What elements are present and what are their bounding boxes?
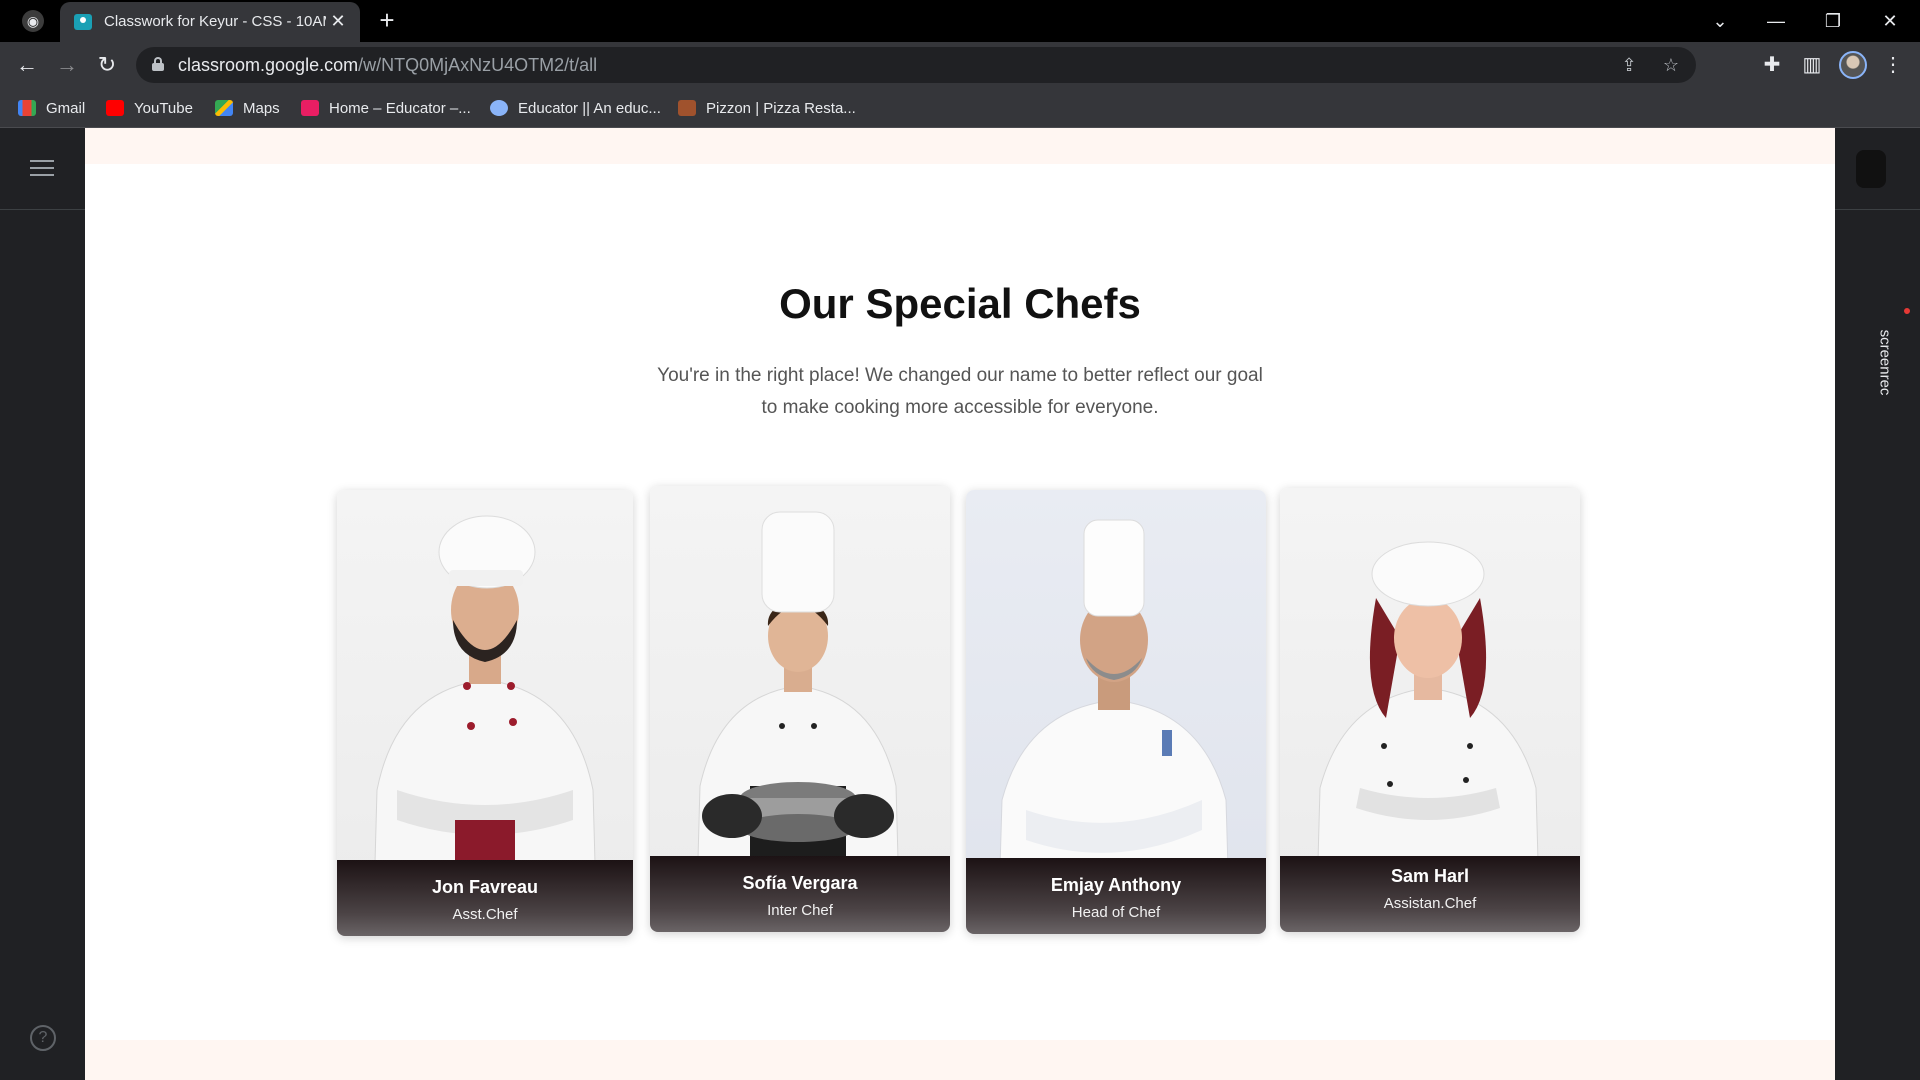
chef-card[interactable]: Sofía Vergara Inter Chef bbox=[650, 486, 950, 932]
bookmark-label: Gmail bbox=[46, 99, 86, 117]
browser-tab-strip: ◉ Classwork for Keyur - CSS - 10AM ✕ + ⌄… bbox=[0, 0, 1920, 42]
chef-card[interactable]: Sam Harl Assistan.Chef bbox=[1280, 488, 1580, 932]
screenrec-label: screenrec bbox=[1876, 329, 1894, 396]
profile-avatar[interactable] bbox=[1839, 51, 1867, 79]
url-text: classroom.google.com/w/NTQ0MjAxNzU4OTM2/… bbox=[178, 55, 597, 76]
chef-caption: Emjay Anthony Head of Chef bbox=[966, 858, 1266, 934]
extensions-puzzle-icon[interactable]: ✚ bbox=[1757, 50, 1787, 80]
bottom-band bbox=[85, 1040, 1835, 1080]
chef-role: Assistan.Chef bbox=[1383, 895, 1477, 912]
bookmark-label: Home – Educator –... bbox=[329, 99, 471, 117]
reload-button[interactable]: ↻ bbox=[92, 50, 122, 80]
chef-role: Head of Chef bbox=[1071, 904, 1161, 921]
globe-icon bbox=[490, 100, 508, 116]
browser-tab[interactable]: Classwork for Keyur - CSS - 10AM ✕ bbox=[60, 2, 360, 42]
classroom-favicon-icon bbox=[74, 14, 92, 30]
close-window-button[interactable]: ✕ bbox=[1870, 6, 1910, 36]
bookmark-educator[interactable]: Educator || An educ... bbox=[490, 96, 661, 120]
account-avatar[interactable] bbox=[1856, 150, 1886, 188]
chef-name: Sam Harl bbox=[1390, 866, 1470, 886]
bookmark-educator-home[interactable]: Home – Educator –... bbox=[301, 96, 471, 120]
tab-list-chevron-icon[interactable]: ⌄ bbox=[1700, 6, 1740, 36]
pizzon-icon bbox=[678, 100, 696, 116]
tab-title: Classwork for Keyur - CSS - 10AM bbox=[104, 13, 326, 30]
bookmarks-bar: Gmail YouTube Maps Home – Educator –... … bbox=[0, 88, 1920, 128]
side-panel-icon[interactable]: ▥ bbox=[1797, 50, 1827, 80]
tab-close-icon[interactable]: ✕ bbox=[328, 11, 348, 31]
youtube-icon bbox=[106, 100, 124, 116]
url-host: classroom.google.com bbox=[178, 55, 359, 75]
top-band bbox=[85, 128, 1835, 164]
maps-icon bbox=[215, 100, 233, 116]
bookmark-label: YouTube bbox=[134, 99, 193, 117]
chef-name: Sofía Vergara bbox=[742, 873, 858, 893]
browser-menu-icon[interactable]: ⋮ bbox=[1878, 50, 1908, 80]
bookmark-gmail[interactable]: Gmail bbox=[18, 96, 85, 120]
bookmark-pizzon[interactable]: Pizzon | Pizza Resta... bbox=[678, 96, 856, 120]
forward-button[interactable]: → bbox=[52, 50, 82, 80]
back-button[interactable]: ← bbox=[12, 50, 42, 80]
tab-search-icon[interactable]: ◉ bbox=[22, 10, 44, 32]
lock-icon[interactable] bbox=[152, 57, 164, 71]
screenrec-badge: screenrec bbox=[1876, 308, 1920, 428]
section-subtitle: You're in the right place! We changed ou… bbox=[657, 365, 1263, 418]
browser-toolbar: ← → ↻ classroom.google.com/w/NTQ0MjAxNzU… bbox=[0, 42, 1920, 88]
bookmark-label: Maps bbox=[243, 99, 280, 117]
chef-card[interactable]: Jon Favreau Asst.Chef bbox=[337, 490, 633, 936]
bookmark-maps[interactable]: Maps bbox=[215, 96, 280, 120]
chef-name: Jon Favreau bbox=[431, 877, 539, 897]
bookmark-star-icon[interactable]: ☆ bbox=[1658, 53, 1684, 77]
share-icon[interactable]: ⇪ bbox=[1616, 53, 1642, 77]
gmail-icon bbox=[18, 100, 36, 116]
restore-button[interactable]: ❐ bbox=[1813, 6, 1853, 36]
chef-caption: Sam Harl Assistan.Chef bbox=[1280, 856, 1580, 932]
bookmark-youtube[interactable]: YouTube bbox=[106, 96, 193, 120]
bookmark-label: Pizzon | Pizza Resta... bbox=[706, 99, 856, 117]
chef-role: Inter Chef bbox=[767, 902, 833, 919]
chef-role: Asst.Chef bbox=[452, 906, 518, 923]
bookmark-label: Educator || An educ... bbox=[518, 99, 661, 117]
chef-name: Emjay Anthony bbox=[1050, 875, 1182, 895]
help-icon[interactable]: ? bbox=[30, 1025, 56, 1051]
educator-icon bbox=[301, 100, 319, 116]
url-path: /w/NTQ0MjAxNzU4OTM2/t/all bbox=[358, 55, 598, 75]
section-title: Our Special Chefs bbox=[779, 280, 1141, 327]
minimize-button[interactable]: — bbox=[1756, 6, 1796, 36]
chef-caption: Sofía Vergara Inter Chef bbox=[650, 856, 950, 932]
chef-card[interactable]: Emjay Anthony Head of Chef bbox=[966, 490, 1266, 934]
address-bar[interactable]: classroom.google.com/w/NTQ0MjAxNzU4OTM2/… bbox=[136, 47, 1696, 83]
new-tab-button[interactable]: + bbox=[374, 7, 400, 34]
record-dot-icon bbox=[1904, 308, 1910, 314]
chef-caption: Jon Favreau Asst.Chef bbox=[337, 860, 633, 936]
hamburger-menu-icon[interactable] bbox=[30, 160, 54, 178]
chefs-page-preview: Our Special Chefs You're in the right pl… bbox=[85, 128, 1835, 1080]
